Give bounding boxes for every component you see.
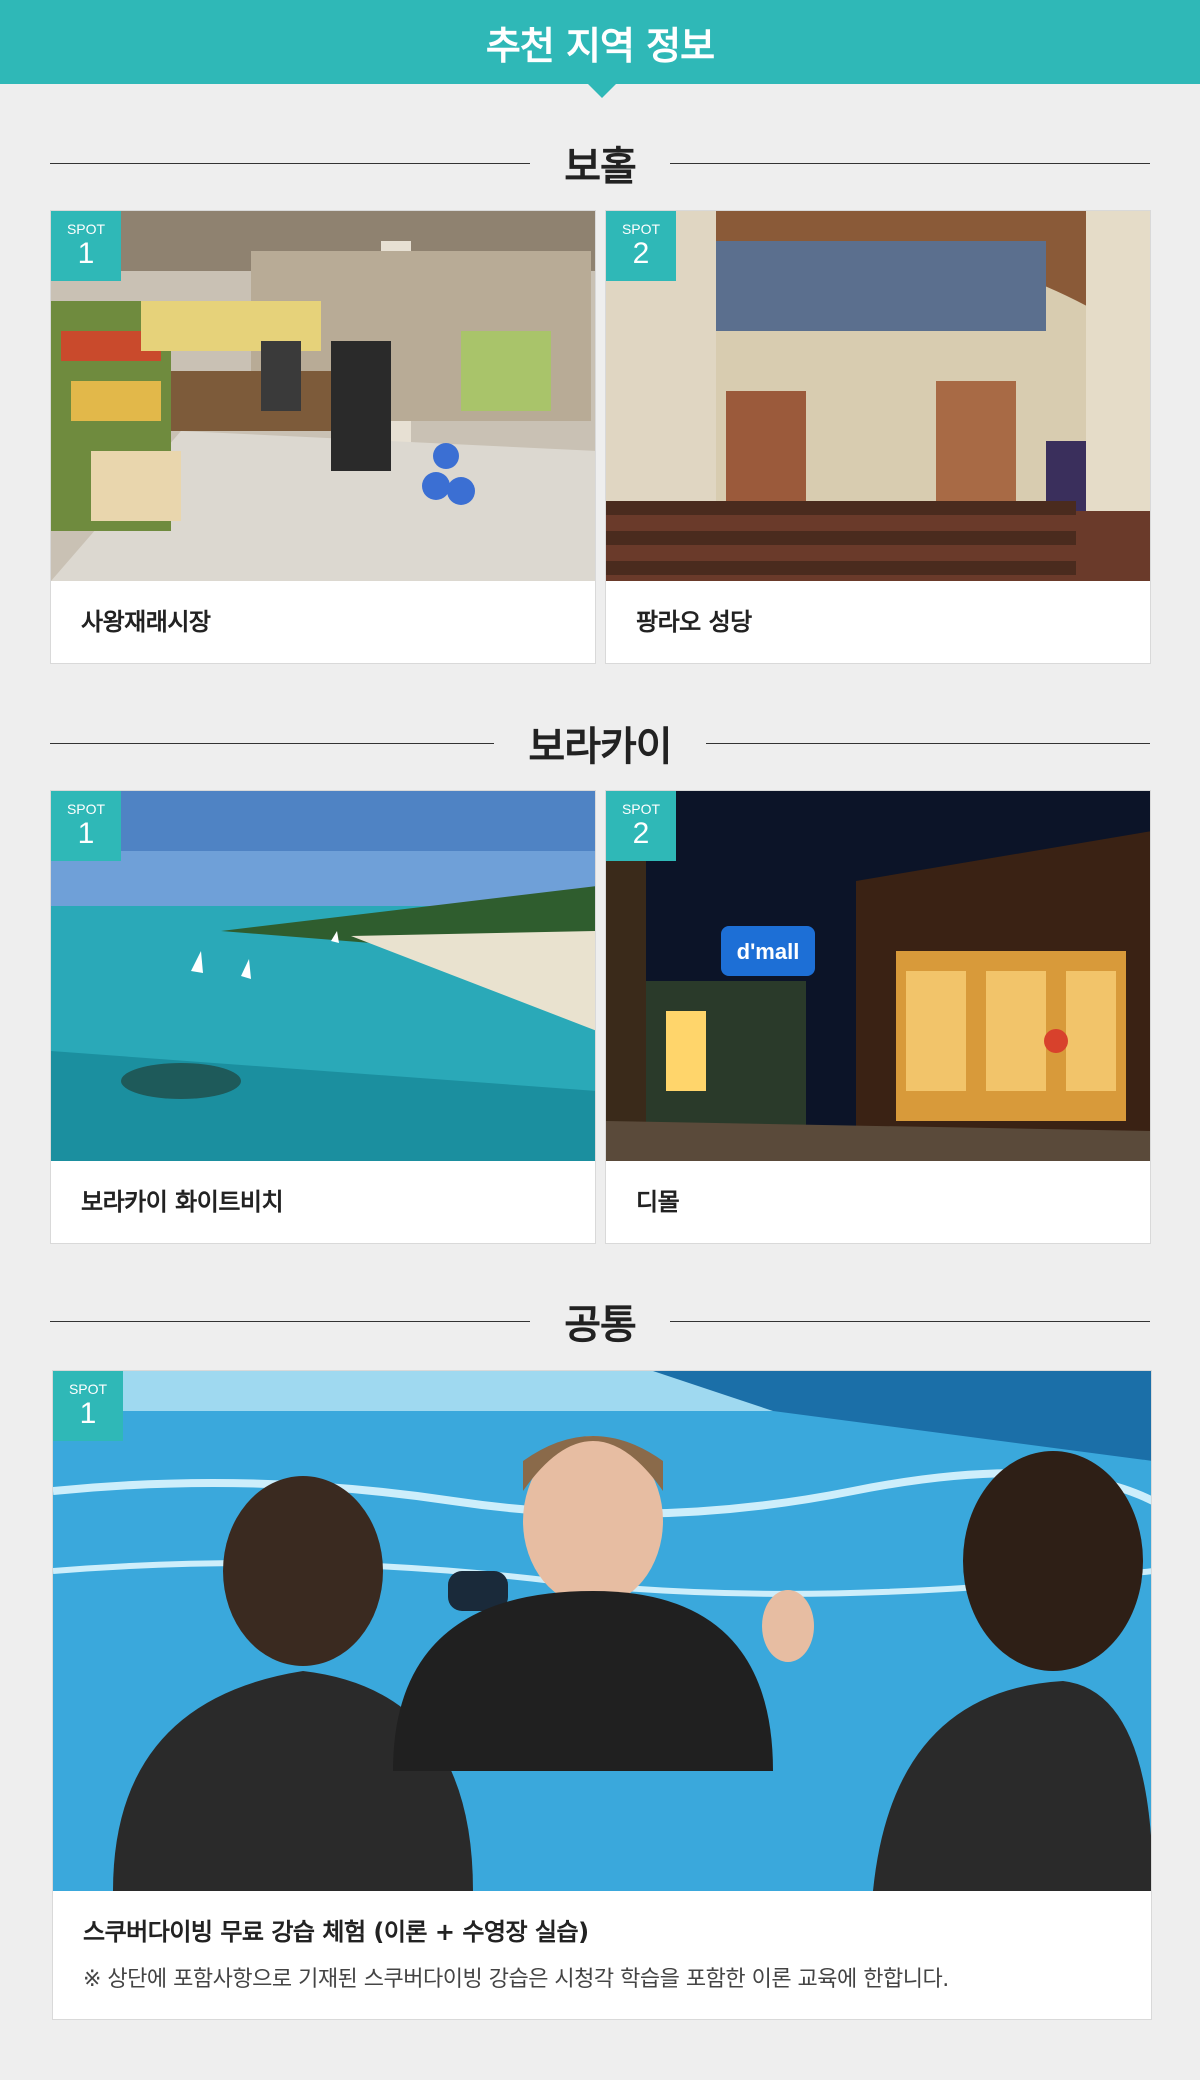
section-title: 보라카이	[528, 724, 672, 770]
section-heading-boracay: 보라카이	[50, 718, 1151, 770]
spot-name: 디몰	[636, 1188, 680, 1216]
spot-label: SPOT	[66, 221, 106, 237]
page-title: 추천 지역 정보	[485, 23, 715, 68]
spot-number: 2	[632, 237, 650, 270]
church-photo: SPOT 2	[606, 211, 1150, 581]
spot-note: ※ 상단에 포함사항으로 기재된 스쿠버다이빙 강습은 시청각 학습을 포함한 …	[83, 1967, 949, 1992]
spot-label: SPOT	[66, 801, 106, 817]
spot-name: 보라카이 화이트비치	[81, 1188, 284, 1216]
header-notch	[588, 84, 616, 98]
divider-line	[669, 1320, 1151, 1322]
spot-card-dmall[interactable]: d'mall SPOT 2 디몰	[605, 790, 1151, 1244]
spot-name: 스쿠버다이빙 무료 강습 체험 (이론 + 수영장 실습)	[83, 1918, 589, 1946]
spot-label: SPOT	[621, 801, 661, 817]
spot-badge: SPOT 1	[51, 791, 121, 861]
spot-name: 팡라오 성당	[636, 608, 752, 636]
section-heading-bohol: 보홀	[50, 138, 1151, 190]
spot-badge: SPOT 1	[51, 211, 121, 281]
spot-card-scuba[interactable]: SPOT 1 스쿠버다이빙 무료 강습 체험 (이론 + 수영장 실습) ※ 상…	[52, 1370, 1152, 2020]
spot-number: 1	[77, 817, 95, 850]
section-heading-common: 공통	[50, 1296, 1151, 1348]
dmall-sign-text: d'mall	[737, 939, 800, 964]
section-title: 공통	[564, 1302, 637, 1348]
market-photo: SPOT 1	[51, 211, 595, 581]
divider-line	[50, 742, 495, 744]
page-header: 추천 지역 정보	[0, 0, 1200, 84]
spot-badge: SPOT 2	[606, 211, 676, 281]
spot-card-church[interactable]: SPOT 2 팡라오 성당	[605, 210, 1151, 664]
spot-number: 1	[77, 237, 95, 270]
spot-label: SPOT	[621, 221, 661, 237]
divider-line	[50, 1320, 531, 1322]
scuba-pool-photo: SPOT 1	[53, 1371, 1151, 1891]
spot-card-white-beach[interactable]: SPOT 1 보라카이 화이트비치	[50, 790, 596, 1244]
dmall-photo: d'mall SPOT 2	[606, 791, 1150, 1161]
spot-name: 사왕재래시장	[81, 608, 211, 636]
divider-line	[705, 742, 1151, 744]
section-title: 보홀	[564, 144, 637, 190]
spot-badge: SPOT 2	[606, 791, 676, 861]
spot-number: 2	[632, 817, 650, 850]
spot-label: SPOT	[68, 1381, 108, 1397]
divider-line	[50, 162, 531, 164]
spot-card-market[interactable]: SPOT 1 사왕재래시장	[50, 210, 596, 664]
spot-badge: SPOT 1	[53, 1371, 123, 1441]
divider-line	[669, 162, 1151, 164]
spot-number: 1	[79, 1397, 97, 1430]
beach-photo: SPOT 1	[51, 791, 595, 1161]
